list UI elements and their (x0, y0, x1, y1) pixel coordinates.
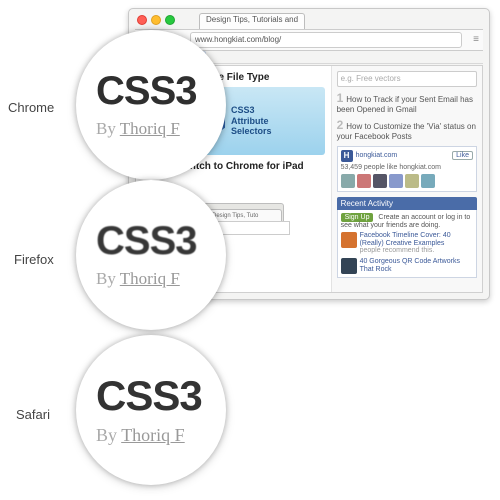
fb-like-count: 53,459 people like hongkiat.com (341, 164, 473, 171)
sidebar-item[interactable]: 2How to Customize the 'Via' status on yo… (337, 118, 477, 142)
sample-heading: CSS3 (96, 221, 226, 261)
fb-thumbnails (341, 174, 473, 188)
author-link[interactable]: Thoriq F (121, 425, 185, 445)
label-firefox: Firefox (14, 252, 54, 267)
safari-zoom-sample: CSS3 By Thoriq F (76, 335, 226, 485)
close-icon (137, 15, 147, 25)
label-chrome: Chrome (8, 100, 54, 115)
activity-thumb-icon (341, 232, 357, 248)
tab-bar: Design Tips, Tutorials and (199, 13, 483, 29)
facebook-widget: H hongkiat.com Like 53,459 people like h… (337, 146, 477, 192)
sample-byline: By Thoriq F (96, 119, 226, 139)
minimize-icon (151, 15, 161, 25)
label-safari: Safari (16, 407, 50, 422)
fb-page-name[interactable]: hongkiat.com (356, 152, 398, 159)
recent-activity-body: Sign Up Create an account or log in to s… (337, 210, 477, 278)
menu-icon[interactable]: ≡ (469, 33, 483, 47)
sample-heading: CSS3 (96, 375, 226, 417)
author-link[interactable]: Thoriq F (120, 269, 180, 288)
activity-row[interactable]: Facebook Timeline Cover: 40 (Really) Cre… (341, 232, 473, 255)
activity-row[interactable]: 40 Gorgeous QR Code Artworks That Rock (341, 258, 473, 274)
browser-tab[interactable]: Design Tips, Tutorials and (199, 13, 305, 29)
sidebar: e.g. Free vectors 1How to Track if your … (331, 66, 482, 292)
signup-button[interactable]: Sign Up (341, 213, 374, 222)
sample-byline: By Thoriq F (96, 269, 226, 289)
mac-traffic-lights (137, 15, 175, 25)
activity-thumb-icon (341, 258, 357, 274)
sample-byline: By Thoriq F (96, 425, 226, 446)
author-link[interactable]: Thoriq F (120, 119, 180, 138)
sidebar-item[interactable]: 1How to Track if your Sent Email has bee… (337, 91, 477, 115)
hero-text: CSS3 Attribute Selectors (231, 105, 272, 136)
zoom-icon (165, 15, 175, 25)
firefox-zoom-sample: CSS3 By Thoriq F (76, 180, 226, 330)
address-field[interactable]: www.hongkiat.com/blog/ (190, 32, 462, 48)
chrome-zoom-sample: CSS3 By Thoriq F (76, 30, 226, 180)
recent-activity-header: Recent Activity (337, 197, 477, 210)
like-button[interactable]: Like (452, 151, 473, 160)
search-input[interactable]: e.g. Free vectors (337, 71, 477, 87)
sample-heading: CSS3 (96, 71, 226, 111)
facebook-icon: H (341, 150, 353, 162)
